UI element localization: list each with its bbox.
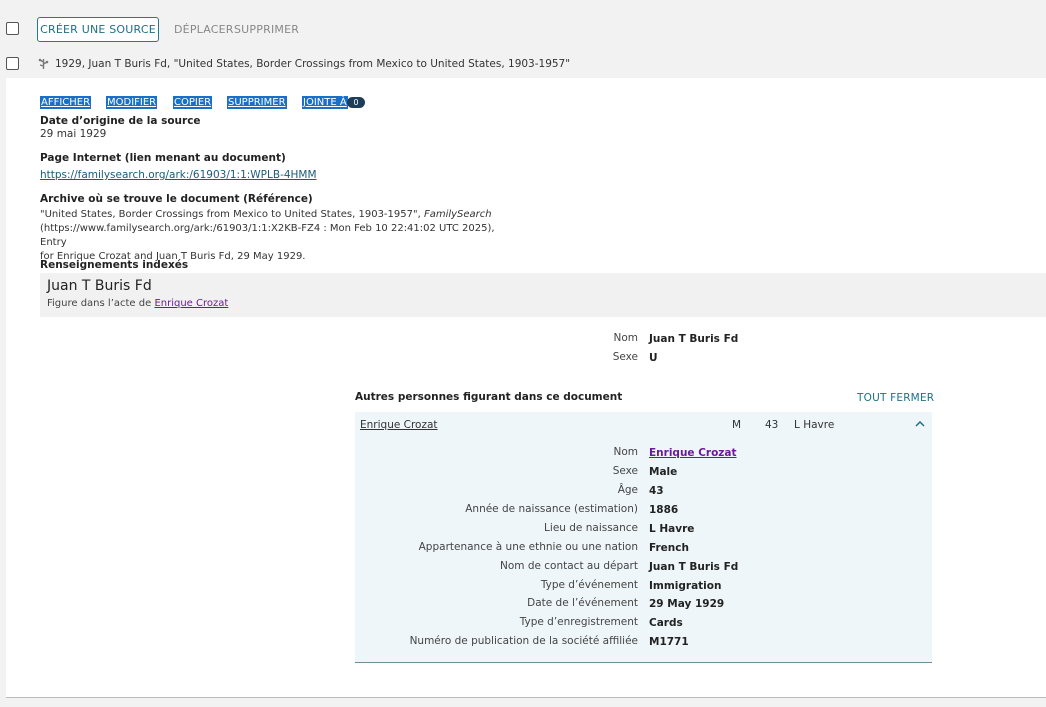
- archive-label: Archive où se trouve le document (Référe…: [40, 193, 313, 205]
- field-value: Juan T Buris Fd: [649, 333, 739, 345]
- field-value: U: [649, 352, 658, 364]
- field-value: M1771: [649, 636, 689, 648]
- select-all-checkbox[interactable]: [6, 22, 19, 35]
- field-value: Cards: [649, 617, 683, 629]
- field-key: Nom: [613, 332, 638, 344]
- attached-action[interactable]: JOINTE À: [302, 96, 348, 109]
- field-key: Nom de contact au départ: [499, 560, 638, 572]
- web-label: Page Internet (lien menant au document): [40, 152, 286, 164]
- move-button[interactable]: DÉPLACER: [174, 23, 234, 36]
- source-checkbox[interactable]: [6, 57, 19, 70]
- web-link[interactable]: https://familysearch.org/ark:/61903/1:1:…: [40, 169, 317, 181]
- other-person-sex: M: [732, 419, 742, 431]
- field-key: Âge: [617, 484, 638, 496]
- field-key: Numéro de publication de la société affi…: [409, 635, 638, 647]
- others-title: Autres personnes figurant dans ce docume…: [355, 391, 623, 403]
- field-value: L Havre: [649, 523, 695, 535]
- indexed-person-card: Juan T Buris Fd Figure dans l’acte de En…: [40, 273, 1046, 317]
- citation-text: "United States, Border Crossings from Me…: [40, 209, 495, 262]
- field-key: Année de naissance (estimation): [465, 503, 638, 515]
- indexed-person-link[interactable]: Enrique Crozat: [154, 298, 228, 309]
- indexed-label: Renseignements indexés: [40, 259, 189, 271]
- field-key: Type d’événement: [540, 579, 638, 591]
- close-all-button[interactable]: TOUT FERMER: [857, 392, 934, 404]
- delete-button[interactable]: SUPPRIMER: [234, 23, 299, 36]
- chevron-up-icon[interactable]: [915, 421, 925, 427]
- field-key: Sexe: [612, 351, 638, 363]
- attached-count-badge: 0: [347, 97, 365, 108]
- source-detail-panel: AFFICHER MODIFIER COPIER SUPPRIMER JOINT…: [6, 78, 1046, 698]
- date-value: 29 mai 1929: [40, 128, 107, 140]
- field-value: French: [649, 542, 689, 554]
- field-key: Nom: [613, 446, 638, 458]
- tree-icon: [38, 58, 49, 69]
- other-person-place: L Havre: [794, 419, 835, 431]
- copy-action[interactable]: COPIER: [173, 96, 213, 109]
- field-key: Type d’enregistrement: [519, 616, 638, 628]
- other-person-field-link[interactable]: Enrique Crozat: [649, 447, 737, 459]
- field-key: Appartenance à une ethnie ou une nation: [418, 541, 638, 553]
- field-value: 1886: [649, 504, 679, 516]
- create-source-button[interactable]: CRÉER UNE SOURCE: [37, 17, 159, 42]
- field-value: 43: [649, 485, 664, 497]
- date-label: Date d’origine de la source: [40, 115, 201, 127]
- delete-action[interactable]: SUPPRIMER: [227, 96, 287, 109]
- field-key: Sexe: [612, 465, 638, 477]
- field-value: Juan T Buris Fd: [649, 561, 739, 573]
- other-person-card: Enrique Crozat M 43 L Havre Nom Enrique …: [355, 412, 932, 663]
- view-action[interactable]: AFFICHER: [40, 96, 92, 109]
- field-key: Date de l’événement: [527, 597, 638, 609]
- indexed-person-subtitle: Figure dans l’acte de Enrique Crozat: [47, 298, 229, 309]
- field-value: 29 May 1929: [649, 598, 725, 610]
- other-person-age: 43: [765, 419, 779, 431]
- field-key: Lieu de naissance: [544, 522, 638, 534]
- field-value: Immigration: [649, 580, 722, 592]
- field-value: Male: [649, 466, 678, 478]
- indexed-person-name: Juan T Buris Fd: [47, 278, 152, 294]
- edit-action[interactable]: MODIFIER: [106, 96, 158, 109]
- other-person-name-link[interactable]: Enrique Crozat: [360, 419, 438, 431]
- source-title[interactable]: 1929, Juan T Buris Fd, "United States, B…: [55, 58, 570, 70]
